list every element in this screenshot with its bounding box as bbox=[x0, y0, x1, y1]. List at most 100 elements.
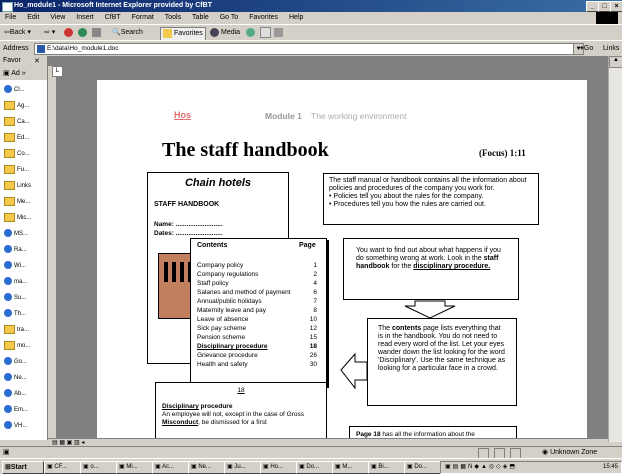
menu-goto[interactable]: Go To bbox=[220, 14, 239, 21]
ie-page-icon bbox=[4, 421, 12, 430]
address-label: Address bbox=[3, 45, 29, 52]
favorite-item[interactable]: Ne... bbox=[4, 372, 27, 384]
close-icon[interactable]: ✕ bbox=[34, 57, 40, 65]
taskbar-button[interactable]: ▣ M... bbox=[332, 461, 369, 474]
document-page: Hos Module 1 The working environment The… bbox=[97, 80, 587, 446]
favorite-item[interactable]: Go... bbox=[4, 356, 27, 368]
home-button[interactable] bbox=[90, 27, 105, 39]
page-title: The staff handbook bbox=[162, 139, 329, 161]
favorite-item[interactable]: Ed... bbox=[4, 132, 29, 144]
scroll-up-icon[interactable]: ▲ bbox=[609, 56, 622, 68]
forward-button[interactable]: ⇨ ▾ bbox=[42, 27, 57, 39]
taskbar-button[interactable]: ▣ Mi... bbox=[116, 461, 153, 474]
history-button[interactable] bbox=[244, 27, 259, 39]
favorites-button[interactable]: Favorites bbox=[160, 27, 206, 41]
favorite-item[interactable]: Wi... bbox=[4, 260, 26, 272]
favorite-item[interactable]: Ca... bbox=[4, 116, 30, 128]
media-icon bbox=[210, 27, 219, 37]
ruler-tab-icon[interactable]: L bbox=[52, 66, 63, 77]
favorite-item[interactable]: mo... bbox=[4, 340, 30, 352]
ie-page-icon bbox=[4, 357, 12, 366]
search-button[interactable]: 🔍Search bbox=[110, 27, 145, 39]
menu-favorites[interactable]: Favorites bbox=[249, 14, 278, 21]
tray-icons[interactable]: ▣▤▦N◆▲◎◇◈⬒ bbox=[445, 464, 517, 470]
contents-entry: Grievance procedure bbox=[197, 352, 258, 359]
favorite-item[interactable]: VH... bbox=[4, 420, 27, 432]
favorite-item[interactable]: ma... bbox=[4, 276, 27, 288]
back-button[interactable]: ⇦Back ▾ bbox=[2, 27, 33, 39]
menu-table[interactable]: Table bbox=[192, 14, 209, 21]
info-box-handbook: The staff manual or handbook contains al… bbox=[323, 173, 539, 225]
go-button[interactable]: ➜Go bbox=[578, 41, 593, 56]
down-arrow-icon bbox=[404, 300, 456, 319]
windows-logo-icon bbox=[596, 12, 618, 24]
cover-brand: Chain hotels bbox=[184, 177, 251, 189]
menu-file[interactable]: File bbox=[5, 14, 16, 21]
favorite-item[interactable]: Me... bbox=[4, 196, 30, 208]
taskbar-button[interactable]: ▣ Ne... bbox=[188, 461, 225, 474]
menu-help[interactable]: Help bbox=[289, 14, 303, 21]
favorite-item[interactable]: MS... bbox=[4, 228, 28, 240]
taskbar-button[interactable]: ▣ Bi... bbox=[368, 461, 405, 474]
taskbar-button[interactable]: ▣ Ac... bbox=[152, 461, 189, 474]
favorites-icon bbox=[163, 28, 172, 38]
taskbar-button[interactable]: ▣ Ju... bbox=[224, 461, 261, 474]
favorite-item[interactable]: Su... bbox=[4, 292, 26, 304]
contents-entry: Disciplinary procedure bbox=[197, 343, 268, 350]
favorite-item[interactable]: Fu... bbox=[4, 164, 29, 176]
taskbar-button[interactable]: ▣ Ho... bbox=[260, 461, 297, 474]
favorite-item[interactable]: Co... bbox=[4, 148, 30, 160]
favorite-item[interactable]: tra... bbox=[4, 324, 29, 336]
menu-edit[interactable]: Edit bbox=[27, 14, 39, 21]
stop-button[interactable] bbox=[62, 27, 77, 39]
contents-entry: Sick pay scheme bbox=[197, 325, 247, 332]
task-list: ▣ CF... ▣ o... ▣ Mi... ▣ Ac... ▣ Ne... ▣ Ju..… bbox=[0, 459, 441, 474]
contents-row: Maternity leave and pay 8 bbox=[197, 306, 321, 315]
menu-format[interactable]: Format bbox=[132, 14, 154, 21]
contents-page-number: 1 bbox=[313, 262, 317, 269]
menu-view[interactable]: View bbox=[50, 14, 65, 21]
contents-entry: Company regulations bbox=[197, 271, 259, 278]
favorite-item[interactable]: Cl... bbox=[4, 84, 25, 96]
menu-insert[interactable]: Insert bbox=[76, 14, 94, 21]
media-button[interactable]: Media bbox=[208, 27, 242, 39]
favorite-item[interactable]: Ag... bbox=[4, 100, 29, 112]
folder-icon bbox=[4, 164, 15, 174]
favorite-item[interactable]: Th... bbox=[4, 308, 26, 320]
print-button[interactable] bbox=[272, 27, 287, 39]
folder-icon bbox=[4, 132, 15, 142]
taskbar-button[interactable]: ▣ Do... bbox=[404, 461, 441, 474]
contents-page-number: 10 bbox=[309, 316, 317, 323]
taskbar-button[interactable]: ▣ CF... bbox=[44, 461, 81, 474]
globe-icon: ◉ bbox=[542, 449, 549, 456]
favorite-item[interactable]: Ra... bbox=[4, 244, 27, 256]
menu-cfbt[interactable]: CfBT bbox=[105, 14, 121, 21]
add-favorite-button[interactable]: ▣ Ad » bbox=[3, 69, 26, 77]
vertical-ruler bbox=[48, 66, 57, 440]
contents-page-header: Page bbox=[299, 242, 316, 249]
menu-bar: File Edit View Insert CfBT Format Tools … bbox=[0, 12, 622, 24]
mail-icon bbox=[260, 27, 271, 38]
contents-page-number: 2 bbox=[313, 271, 317, 278]
module-subtitle: The working environment bbox=[311, 111, 407, 121]
contents-row: Disciplinary procedure 18 bbox=[197, 342, 321, 351]
refresh-button[interactable] bbox=[76, 27, 91, 39]
links-button[interactable]: Links bbox=[603, 41, 619, 56]
favorite-item[interactable]: Links bbox=[4, 180, 31, 192]
favorite-item[interactable]: Mic... bbox=[4, 212, 31, 224]
favorite-item[interactable]: Em... bbox=[4, 404, 28, 416]
menu-tools[interactable]: Tools bbox=[165, 14, 181, 21]
vertical-scrollbar[interactable]: ▲ bbox=[608, 56, 622, 442]
favorites-header: Favor ✕ ▣ Ad » bbox=[0, 56, 47, 80]
taskbar-button[interactable]: ▣ Do... bbox=[296, 461, 333, 474]
ie-page-icon bbox=[4, 389, 12, 398]
stop-icon bbox=[64, 27, 73, 37]
taskbar-button[interactable]: ▣ o... bbox=[80, 461, 117, 474]
page-18-excerpt: 18 Disciplinary procedure An employee wi… bbox=[155, 382, 327, 442]
view-buttons[interactable]: ▤ ▦ ▣ ▥ ◂ bbox=[52, 439, 84, 446]
contents-row: Company regulations 2 bbox=[197, 270, 321, 279]
favorite-item[interactable]: Ab... bbox=[4, 388, 26, 400]
close-button[interactable]: × bbox=[610, 1, 622, 12]
address-input[interactable]: E:\data\Ho_module1.doc ▼ bbox=[34, 43, 584, 55]
favorites-title: Favor bbox=[3, 57, 21, 64]
